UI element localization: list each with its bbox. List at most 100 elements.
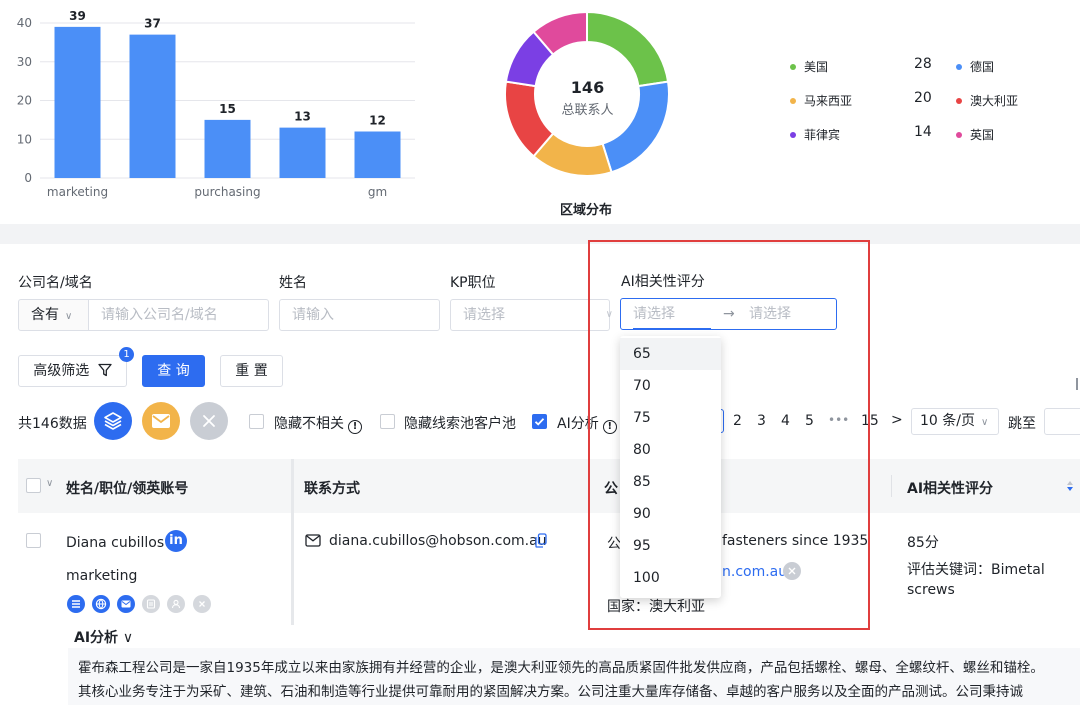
close-icon[interactable] bbox=[193, 595, 211, 613]
select-all-checkbox[interactable] bbox=[26, 478, 41, 493]
reset-button[interactable]: 重 置 bbox=[220, 355, 283, 387]
hide-irrelevant-label: 隐藏不相关! bbox=[274, 413, 362, 434]
ai-analysis-toggle[interactable]: AI分析 ∨ bbox=[74, 627, 133, 647]
chevron-down-icon[interactable]: ∨ bbox=[46, 478, 53, 489]
region-chart-title: 区域分布 bbox=[560, 203, 613, 218]
legend-item[interactable]: 菲律宾 bbox=[790, 126, 840, 143]
ai-analysis-text: 霍布森工程公司是一家自1935年成立以来由家族拥有并经营的企业，是澳大利亚领先的… bbox=[68, 648, 1080, 705]
legend-label: 美国 bbox=[804, 60, 829, 74]
donut-subtitle: 总联系人 bbox=[561, 103, 614, 118]
contact-name[interactable]: Diana cubillos bbox=[66, 535, 164, 551]
bar-value-label: 12 bbox=[369, 114, 386, 128]
y-tick-label: 10 bbox=[17, 132, 32, 146]
bar bbox=[354, 131, 401, 178]
copy-icon[interactable] bbox=[535, 533, 547, 548]
close-icon bbox=[203, 415, 215, 427]
legend-value: 14 bbox=[914, 124, 932, 140]
ai-keywords-line2: screws bbox=[907, 582, 955, 598]
x-tick-label: purchasing bbox=[194, 185, 260, 199]
legend-dot-icon bbox=[790, 97, 796, 104]
filter-icon bbox=[98, 363, 112, 377]
hide-irrelevant-checkbox[interactable] bbox=[249, 414, 264, 429]
ai-analysis-line1: 霍布森工程公司是一家自1935年成立以来由家族拥有并经营的企业，是澳大利亚领先的… bbox=[78, 660, 1044, 676]
user-icon[interactable] bbox=[167, 595, 185, 613]
mail-icon bbox=[152, 414, 170, 428]
advanced-filter-label: 高级筛选 bbox=[33, 363, 90, 379]
name-input-placeholder: 请输入 bbox=[292, 307, 334, 323]
filter-count-badge: 1 bbox=[119, 347, 134, 362]
chevron-down-icon: ∨ bbox=[65, 311, 73, 322]
exclude-icon-button[interactable] bbox=[190, 402, 228, 440]
legend-label: 德国 bbox=[970, 60, 995, 74]
column-separator bbox=[891, 475, 892, 497]
company-input-placeholder: 请输入公司名/域名 bbox=[101, 307, 218, 323]
legend-dot-icon bbox=[790, 63, 796, 70]
hide-pool-checkbox[interactable] bbox=[380, 414, 395, 429]
legend-dot-icon bbox=[956, 63, 962, 70]
bar bbox=[129, 34, 176, 178]
ai-analysis-line2: 其核心业务专注于为采矿、建筑、石油和制造等行业提供可靠耐用的紧固解决方案。公司注… bbox=[78, 684, 1023, 700]
y-tick-label: 0 bbox=[24, 171, 32, 185]
match-mode-select[interactable]: 含有 ∨ bbox=[18, 299, 89, 331]
info-icon: ! bbox=[348, 420, 362, 434]
header-name: 姓名/职位/领英账号 bbox=[66, 481, 189, 497]
layers-icon-button[interactable] bbox=[94, 402, 132, 440]
bar-chart: 0 10 20 30 40 39 marketing 37 15 purchasing 13 12 gm bbox=[17, 9, 415, 199]
legend-label: 澳大利亚 bbox=[970, 94, 1019, 108]
mail-icon[interactable] bbox=[117, 595, 135, 613]
header-contact: 联系方式 bbox=[304, 481, 360, 497]
legend-item[interactable]: 马来西亚 bbox=[790, 92, 852, 109]
company-input[interactable]: 请输入公司名/域名 bbox=[88, 299, 269, 331]
legend-label: 英国 bbox=[970, 128, 995, 142]
x-tick-label: gm bbox=[368, 185, 387, 199]
kp-filter-label: KP职位 bbox=[450, 275, 496, 291]
sort-icon[interactable] bbox=[1066, 478, 1074, 494]
page-size-value: 10 条/页 bbox=[920, 413, 975, 429]
section-divider bbox=[0, 224, 1080, 244]
x-tick-label: marketing bbox=[47, 185, 108, 199]
linkedin-icon[interactable]: in bbox=[165, 530, 187, 552]
legend-item[interactable]: 德国 bbox=[956, 58, 994, 75]
document-icon[interactable] bbox=[142, 595, 160, 613]
query-button[interactable]: 查 询 bbox=[142, 355, 205, 387]
ai-analysis-checkbox[interactable] bbox=[532, 414, 547, 429]
legend-item[interactable]: 澳大利亚 bbox=[956, 92, 1018, 109]
donut-center: 146 总联系人 bbox=[540, 78, 635, 118]
jump-input[interactable] bbox=[1044, 408, 1080, 435]
legend-label: 菲律宾 bbox=[804, 128, 841, 142]
scroll-marker bbox=[1076, 378, 1078, 390]
bar-value-label: 37 bbox=[144, 17, 161, 31]
bar-value-label: 39 bbox=[69, 9, 86, 23]
email-icon bbox=[305, 534, 321, 547]
name-input[interactable]: 请输入 bbox=[279, 299, 440, 331]
contact-email[interactable]: diana.cubillos@hobson.com.au bbox=[329, 533, 547, 549]
jump-label: 跳至 bbox=[1008, 416, 1036, 432]
legend-item[interactable]: 英国 bbox=[956, 126, 994, 143]
pie-slice bbox=[586, 10, 670, 88]
legend-item[interactable]: 美国 bbox=[790, 58, 828, 75]
list-icon[interactable] bbox=[67, 595, 85, 613]
page-size-select[interactable]: 10 条/页 ∨ bbox=[911, 408, 999, 435]
total-count: 共146数据 bbox=[18, 416, 87, 432]
hide-pool-label: 隐藏线索池客户池 bbox=[404, 416, 516, 432]
legend-value: 20 bbox=[914, 90, 932, 106]
donut-total: 146 bbox=[570, 78, 605, 97]
row-checkbox[interactable] bbox=[26, 533, 41, 548]
bar bbox=[204, 119, 251, 178]
advanced-filter-button[interactable]: 高级筛选 bbox=[18, 355, 127, 387]
y-tick-label: 30 bbox=[17, 55, 32, 69]
legend-dot-icon bbox=[956, 131, 962, 138]
check-icon bbox=[534, 418, 545, 426]
email-icon-button[interactable] bbox=[142, 402, 180, 440]
ai-score-value: 85分 bbox=[907, 535, 939, 551]
kp-select[interactable]: 请选择 ∨ bbox=[450, 299, 613, 331]
legend-label: 马来西亚 bbox=[804, 94, 853, 108]
kp-select-placeholder: 请选择 bbox=[463, 307, 505, 323]
bar-value-label: 13 bbox=[294, 110, 311, 124]
next-page-button[interactable]: > bbox=[891, 412, 903, 428]
globe-icon[interactable] bbox=[92, 595, 110, 613]
company-filter-label: 公司名/域名 bbox=[18, 275, 93, 291]
bar bbox=[54, 26, 101, 178]
header-ai-score[interactable]: AI相关性评分 bbox=[907, 478, 993, 498]
layers-icon bbox=[104, 412, 122, 430]
